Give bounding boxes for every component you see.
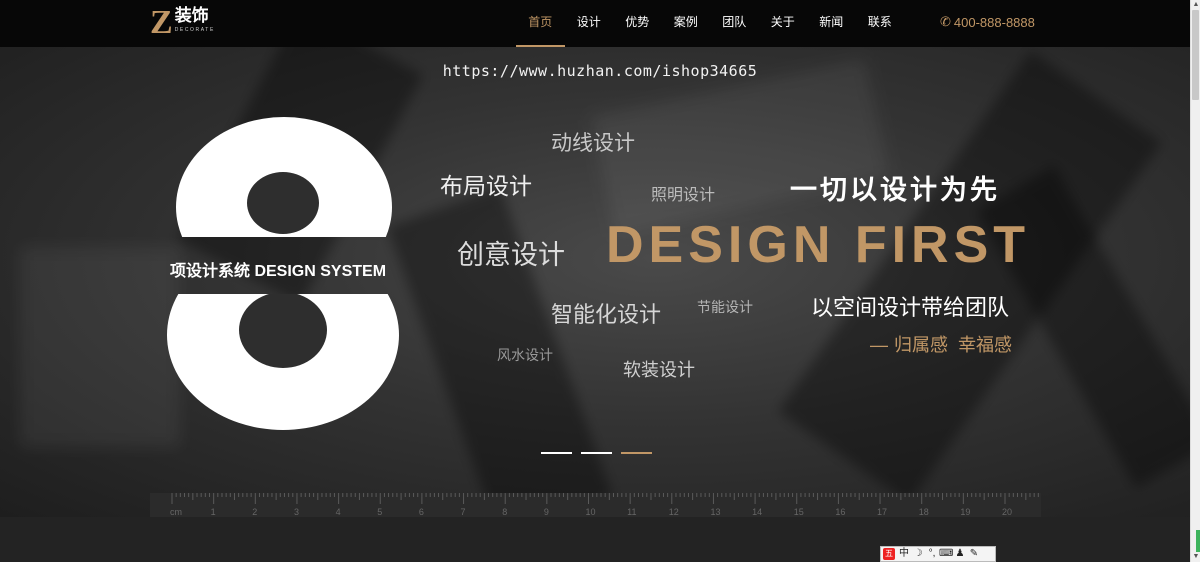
- ruler-number-label: 11: [627, 507, 636, 517]
- ruler-number-label: 15: [794, 507, 804, 517]
- phone-contact[interactable]: ✆ 400-888-8888: [940, 14, 1035, 30]
- ruler-number-label: 4: [336, 507, 341, 517]
- nav-advantages[interactable]: 优势: [613, 0, 662, 47]
- side-indicator: [1196, 530, 1200, 552]
- moon-icon[interactable]: ☽: [911, 547, 925, 561]
- content-section-bottom: [0, 517, 1190, 562]
- nav-design[interactable]: 设计: [565, 0, 614, 47]
- ime-toolbar[interactable]: 五 中 ☽ °, ⌨ ♟ ✎: [880, 546, 996, 562]
- ruler-number-label: 17: [877, 507, 887, 517]
- ruler-unit-label: cm: [170, 507, 182, 517]
- scroll-up-arrow-icon[interactable]: ▲: [1192, 0, 1200, 10]
- nav-contact[interactable]: 联系: [856, 0, 905, 47]
- ruler-number-label: 18: [919, 507, 929, 517]
- nav-news[interactable]: 新闻: [807, 0, 856, 47]
- nav-home[interactable]: 首页: [516, 0, 565, 47]
- belonging-dash: —: [870, 335, 888, 355]
- hero-belonging: — 归属感 幸福感: [870, 331, 1012, 357]
- ruler-number-label: 14: [752, 507, 762, 517]
- logo-letter: Z: [150, 4, 173, 41]
- ruler-number-label: 12: [669, 507, 679, 517]
- belonging-text: 归属感 幸福感: [894, 335, 1013, 355]
- ruler-number-label: 10: [586, 507, 596, 517]
- site-logo[interactable]: Z 装饰 DECORATE: [150, 6, 215, 40]
- phone-number: 400-888-8888: [953, 14, 1035, 30]
- ruler-number-label: 5: [377, 507, 382, 517]
- keyboard-icon[interactable]: ⌨: [939, 547, 953, 561]
- ruler-number-label: 19: [960, 507, 970, 517]
- background-light: [20, 247, 180, 447]
- ime-chinese-mode[interactable]: 中: [897, 547, 911, 561]
- keyword-energy-design: 节能设计: [697, 299, 753, 315]
- punctuation-icon[interactable]: °,: [925, 547, 939, 561]
- keyword-layout-design: 布局设计: [440, 173, 532, 199]
- ime-logo-icon[interactable]: 五: [883, 548, 895, 560]
- nav-about[interactable]: 关于: [759, 0, 808, 47]
- background-light: [590, 59, 890, 235]
- user-icon[interactable]: ♟: [953, 547, 967, 561]
- keyword-creative-design: 创意设计: [457, 240, 565, 270]
- keyword-smart-design: 智能化设计: [551, 302, 662, 327]
- slide-dot-2[interactable]: [581, 452, 612, 454]
- ruler-number-label: 20: [1002, 507, 1012, 517]
- hero-slogan: 一切以设计为先: [790, 175, 1000, 205]
- ruler-number-label: 13: [710, 507, 720, 517]
- ruler-number-label: 16: [835, 507, 845, 517]
- ruler-number-label: 9: [544, 507, 549, 517]
- slide-dot-1[interactable]: [541, 452, 572, 454]
- design-system-label: 项设计系统 DESIGN SYSTEM: [170, 263, 387, 280]
- hero-headline: DESIGN FIRST: [606, 216, 1031, 274]
- page-scrollbar[interactable]: ▲ ▼: [1190, 0, 1200, 562]
- logo-text: 装饰 DECORATE: [175, 6, 215, 33]
- page: Z 装饰 DECORATE 首页 设计 优势 案例 团队 关于 新闻 联系 ✆ …: [0, 0, 1200, 562]
- keyword-lighting-design: 照明设计: [651, 187, 716, 204]
- ruler-number-label: 1: [211, 507, 216, 517]
- main-nav: 首页 设计 优势 案例 团队 关于 新闻 联系: [516, 0, 904, 47]
- hero-banner: https://www.huzhan.com/ishop34665 项设计系统 …: [0, 47, 1190, 517]
- ruler-graphic: cm 1 2 3 4 5 6 7 8 9 10 11 12 13 14 15 16 17 18 19 20: [170, 493, 1039, 517]
- ruler-number-label: 2: [252, 507, 257, 517]
- ruler-number-label: 7: [461, 507, 466, 517]
- logo-subtitle: DECORATE: [174, 27, 215, 33]
- nav-team[interactable]: 团队: [710, 0, 759, 47]
- keyword-circulation-design: 动线设计: [551, 132, 635, 155]
- keyword-fengshui-design: 风水设计: [497, 347, 553, 363]
- logo-name: 装饰: [174, 6, 209, 26]
- slider-pagination: [541, 452, 652, 454]
- wrench-icon[interactable]: ✎: [967, 547, 981, 561]
- nav-cases[interactable]: 案例: [662, 0, 711, 47]
- slide-dot-3[interactable]: [621, 452, 652, 454]
- ruler-number-label: 3: [294, 507, 299, 517]
- ruler-number-label: 8: [502, 507, 507, 517]
- hero-tagline: 以空间设计带给团队: [811, 295, 1010, 320]
- scroll-thumb[interactable]: [1192, 10, 1199, 100]
- keyword-soft-decoration-design: 软装设计: [623, 360, 695, 380]
- watermark-url: https://www.huzhan.com/ishop34665: [442, 62, 758, 80]
- phone-icon: ✆: [940, 14, 951, 29]
- ruler-number-label: 6: [419, 507, 424, 517]
- scroll-down-arrow-icon[interactable]: ▼: [1192, 552, 1200, 562]
- site-header: Z 装饰 DECORATE 首页 设计 优势 案例 团队 关于 新闻 联系 ✆ …: [0, 0, 1190, 47]
- decorative-ruler: cm 1 2 3 4 5 6 7 8 9 10 11 12 13 14 15 16 17 18 19 20: [150, 493, 1041, 517]
